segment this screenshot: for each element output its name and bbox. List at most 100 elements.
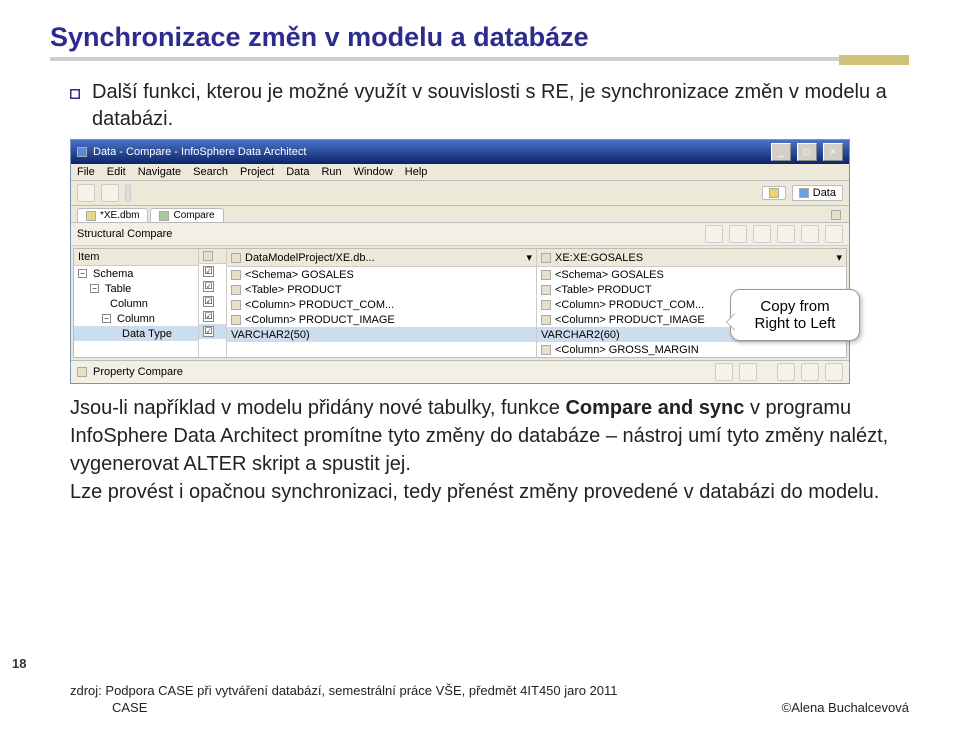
collapse-icon[interactable]: − <box>78 269 87 278</box>
check-cell[interactable]: ☑ <box>199 294 226 309</box>
checkbox-icon[interactable]: ☑ <box>203 266 214 277</box>
collapse-icon[interactable]: − <box>90 284 99 293</box>
toolbar-button[interactable] <box>125 184 131 202</box>
check-header <box>199 249 226 264</box>
toolbar-button[interactable] <box>101 184 119 202</box>
cell-text: <Column> PRODUCT_IMAGE <box>555 314 705 326</box>
footer-right: ©Alena Buchalcevová <box>782 700 909 715</box>
toolbar-button[interactable] <box>77 184 95 202</box>
cell-text: VARCHAR2(60) <box>541 329 620 341</box>
copy-left-to-right-button[interactable] <box>715 363 733 381</box>
tab-label: Compare <box>173 210 214 221</box>
maximize-view-icon[interactable] <box>831 210 841 220</box>
check-cell[interactable]: ☑ <box>199 264 226 279</box>
square-bullet-icon <box>70 86 80 96</box>
schema-icon <box>231 270 241 280</box>
tree-row[interactable]: −Table <box>74 281 198 296</box>
menu-edit[interactable]: Edit <box>107 166 126 178</box>
compare-left-column: DataModelProject/XE.db... ▾ <Schema> GOSA… <box>227 249 537 357</box>
nav-button[interactable] <box>825 363 843 381</box>
property-compare-title: Property Compare <box>93 366 183 378</box>
db-icon <box>541 253 551 263</box>
nav-button[interactable] <box>777 363 795 381</box>
checkbox-icon[interactable]: ☑ <box>203 296 214 307</box>
menubar: File Edit Navigate Search Project Data R… <box>71 164 849 181</box>
property-compare-panel: Property Compare <box>71 360 849 383</box>
compare-cell[interactable]: <Column> PRODUCT_IMAGE <box>227 312 536 327</box>
screenshot-wrapper: Data - Compare - InfoSphere Data Archite… <box>50 139 909 384</box>
tree-row[interactable]: Column <box>74 296 198 311</box>
page-title: Synchronizace změn v modelu a databáze <box>50 22 909 53</box>
maximize-button[interactable]: □ <box>797 143 817 161</box>
chevron-down-icon[interactable]: ▾ <box>836 251 842 264</box>
check-cell[interactable]: ☑ <box>199 324 226 339</box>
compare-icon <box>159 211 169 221</box>
tab-xedbm[interactable]: *XE.dbm <box>77 208 148 222</box>
menu-run[interactable]: Run <box>321 166 341 178</box>
close-button[interactable]: × <box>823 143 843 161</box>
cell-text: <Column> GROSS_MARGIN <box>555 344 699 356</box>
menu-project[interactable]: Project <box>240 166 274 178</box>
menu-help[interactable]: Help <box>405 166 428 178</box>
compare-cell[interactable] <box>227 342 536 357</box>
check-column: ☑ ☑ ☑ ☑ ☑ <box>199 249 227 357</box>
nav-button[interactable] <box>801 363 819 381</box>
perspective-label: Data <box>813 187 836 199</box>
column-icon <box>541 300 551 310</box>
checkbox-icon[interactable]: ☑ <box>203 326 214 337</box>
menu-navigate[interactable]: Navigate <box>138 166 181 178</box>
tree-row[interactable]: −Schema <box>74 266 198 281</box>
compare-cell[interactable]: <Schema> GOSALES <box>537 267 846 282</box>
open-perspective-icon <box>769 188 779 198</box>
menu-file[interactable]: File <box>77 166 95 178</box>
panel-tool-button[interactable] <box>777 225 795 243</box>
compare-cell[interactable]: <Column> PRODUCT_COM... <box>227 297 536 312</box>
panel-tool-button[interactable] <box>753 225 771 243</box>
title-underline <box>50 57 909 67</box>
menu-window[interactable]: Window <box>354 166 393 178</box>
tab-compare[interactable]: Compare <box>150 208 223 222</box>
minimize-button[interactable]: _ <box>771 143 791 161</box>
window-titlebar: Data - Compare - InfoSphere Data Archite… <box>71 140 849 164</box>
intro-text: Další funkci, kterou je možné využít v s… <box>92 79 909 133</box>
cell-text: <Schema> GOSALES <box>555 269 664 281</box>
app-screenshot: Data - Compare - InfoSphere Data Archite… <box>70 139 850 384</box>
callout-tooltip: Copy from Right to Left <box>730 289 860 341</box>
tree-label: Column <box>110 298 148 310</box>
column-icon <box>541 315 551 325</box>
copy-right-to-left-button[interactable] <box>739 363 757 381</box>
panel-tool-button[interactable] <box>705 225 723 243</box>
cell-text: <Schema> GOSALES <box>245 269 354 281</box>
tree-label: Table <box>105 283 131 295</box>
panel-tool-button[interactable] <box>825 225 843 243</box>
menu-data[interactable]: Data <box>286 166 309 178</box>
item-tree-column: Item −Schema −Table Column −Column Data … <box>74 249 199 357</box>
compare-cell[interactable]: <Column> GROSS_MARGIN <box>537 342 846 357</box>
column-icon <box>541 345 551 355</box>
menu-search[interactable]: Search <box>193 166 228 178</box>
panel-tool-button[interactable] <box>729 225 747 243</box>
toolbar: Data <box>71 181 849 206</box>
compare-cell[interactable]: <Table> PRODUCT <box>227 282 536 297</box>
col-a-header: DataModelProject/XE.db... ▾ <box>227 249 536 267</box>
compare-cell[interactable]: <Schema> GOSALES <box>227 267 536 282</box>
chevron-down-icon[interactable]: ▾ <box>526 251 532 264</box>
checkbox-icon[interactable]: ☑ <box>203 281 214 292</box>
tree-row[interactable] <box>74 341 198 356</box>
checkbox-icon[interactable]: ☑ <box>203 311 214 322</box>
column-icon <box>231 300 241 310</box>
compare-cell[interactable]: VARCHAR2(50) <box>227 327 536 342</box>
check-cell[interactable] <box>199 339 226 354</box>
col-a-title: DataModelProject/XE.db... <box>245 252 375 264</box>
tree-row[interactable]: −Column <box>74 311 198 326</box>
panel-tool-button[interactable] <box>801 225 819 243</box>
check-cell[interactable]: ☑ <box>199 279 226 294</box>
perspective-data[interactable]: Data <box>792 185 843 201</box>
footer-source: zdroj: Podpora CASE při vytváření databá… <box>70 683 909 698</box>
check-cell[interactable]: ☑ <box>199 309 226 324</box>
cell-text: VARCHAR2(50) <box>231 329 310 341</box>
tree-row[interactable]: Data Type <box>74 326 198 341</box>
perspective-switcher[interactable] <box>762 186 786 200</box>
panel-title: Structural Compare <box>77 228 172 240</box>
collapse-icon[interactable]: − <box>102 314 111 323</box>
